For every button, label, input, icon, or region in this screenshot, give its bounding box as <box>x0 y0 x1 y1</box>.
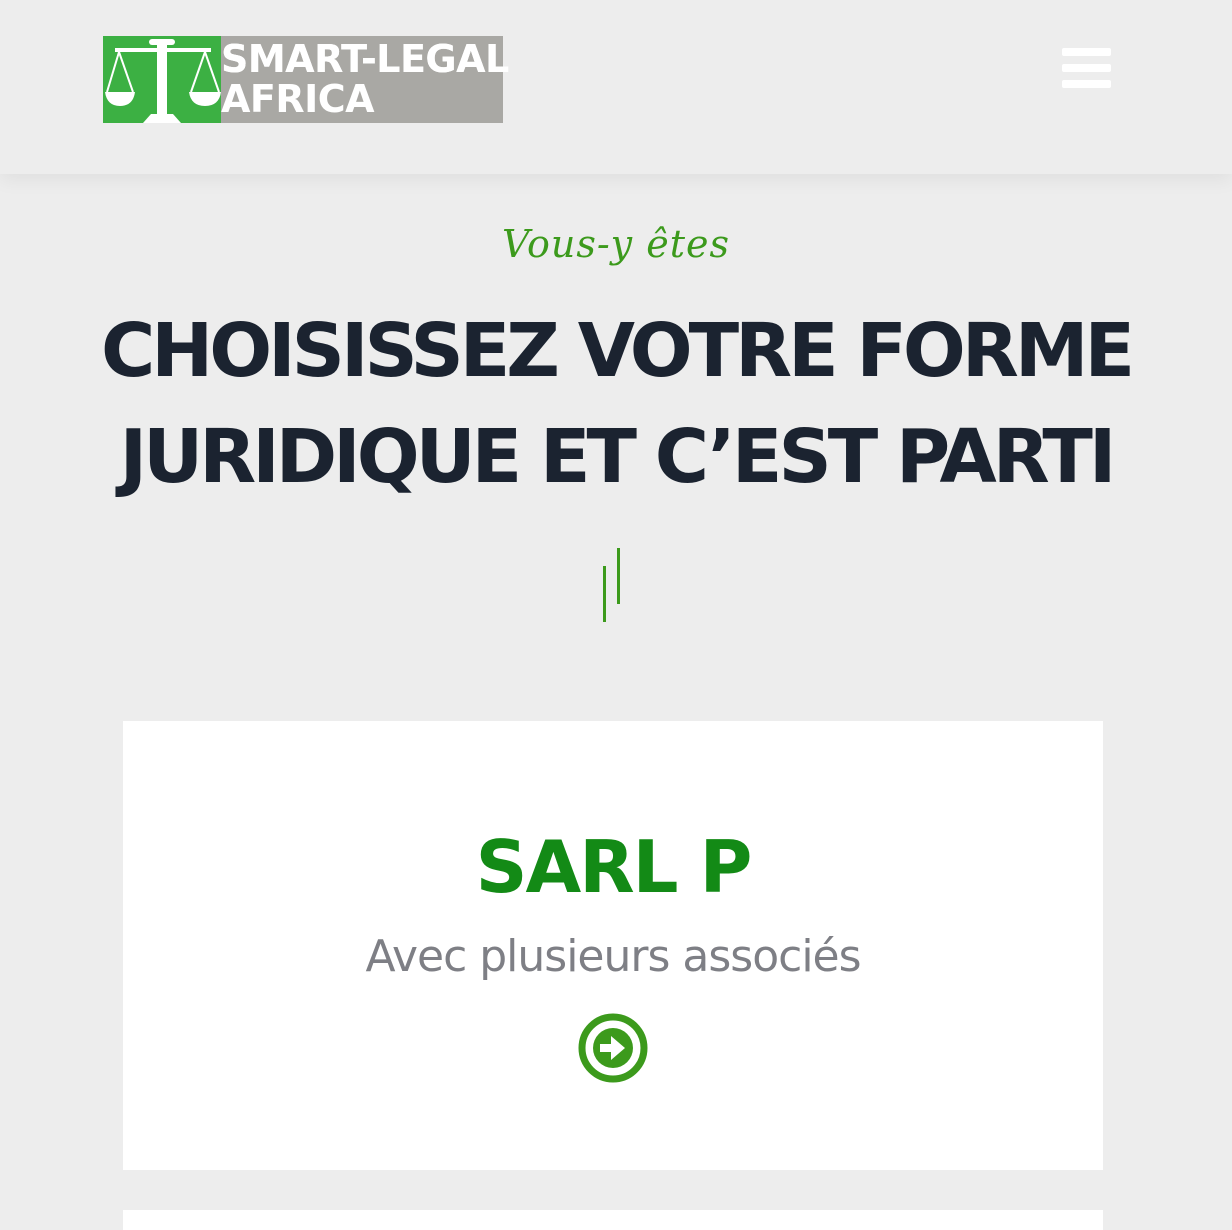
legal-form-card-sarl-p[interactable]: SARL P Avec plusieurs associés <box>123 721 1103 1170</box>
decorative-divider <box>600 546 630 626</box>
hero-headline-line-1: CHOISISSEZ VOTRE FORME <box>100 308 1135 394</box>
logo-text-smart-legal: SMART-LEGAL <box>221 37 509 81</box>
menu-bar-top <box>1062 48 1111 56</box>
scales-of-justice-icon <box>105 39 221 123</box>
logo-text-africa: AFRICA <box>221 77 375 121</box>
hero-eyebrow: Vous-y êtes <box>502 222 730 266</box>
divider-bar-right <box>617 548 620 604</box>
next-card-partial <box>123 1210 1103 1230</box>
arrow-circle-right-icon[interactable] <box>578 1013 648 1083</box>
hero-headline: CHOISISSEZ VOTRE FORME JURIDIQUE ET C’ES… <box>66 298 1166 510</box>
site-logo[interactable]: SMART-LEGAL AFRICA <box>103 36 509 123</box>
menu-bar-middle <box>1062 64 1111 72</box>
card-title: SARL P <box>475 825 753 909</box>
hero-headline-line-2: JURIDIQUE ET C’EST PARTI <box>119 414 1117 500</box>
menu-bar-bottom <box>1062 80 1111 88</box>
site-header: SMART-LEGAL AFRICA <box>0 0 1232 174</box>
hamburger-menu-icon[interactable] <box>1062 46 1112 92</box>
divider-bar-left <box>603 566 606 622</box>
card-subtitle: Avec plusieurs associés <box>365 931 861 982</box>
